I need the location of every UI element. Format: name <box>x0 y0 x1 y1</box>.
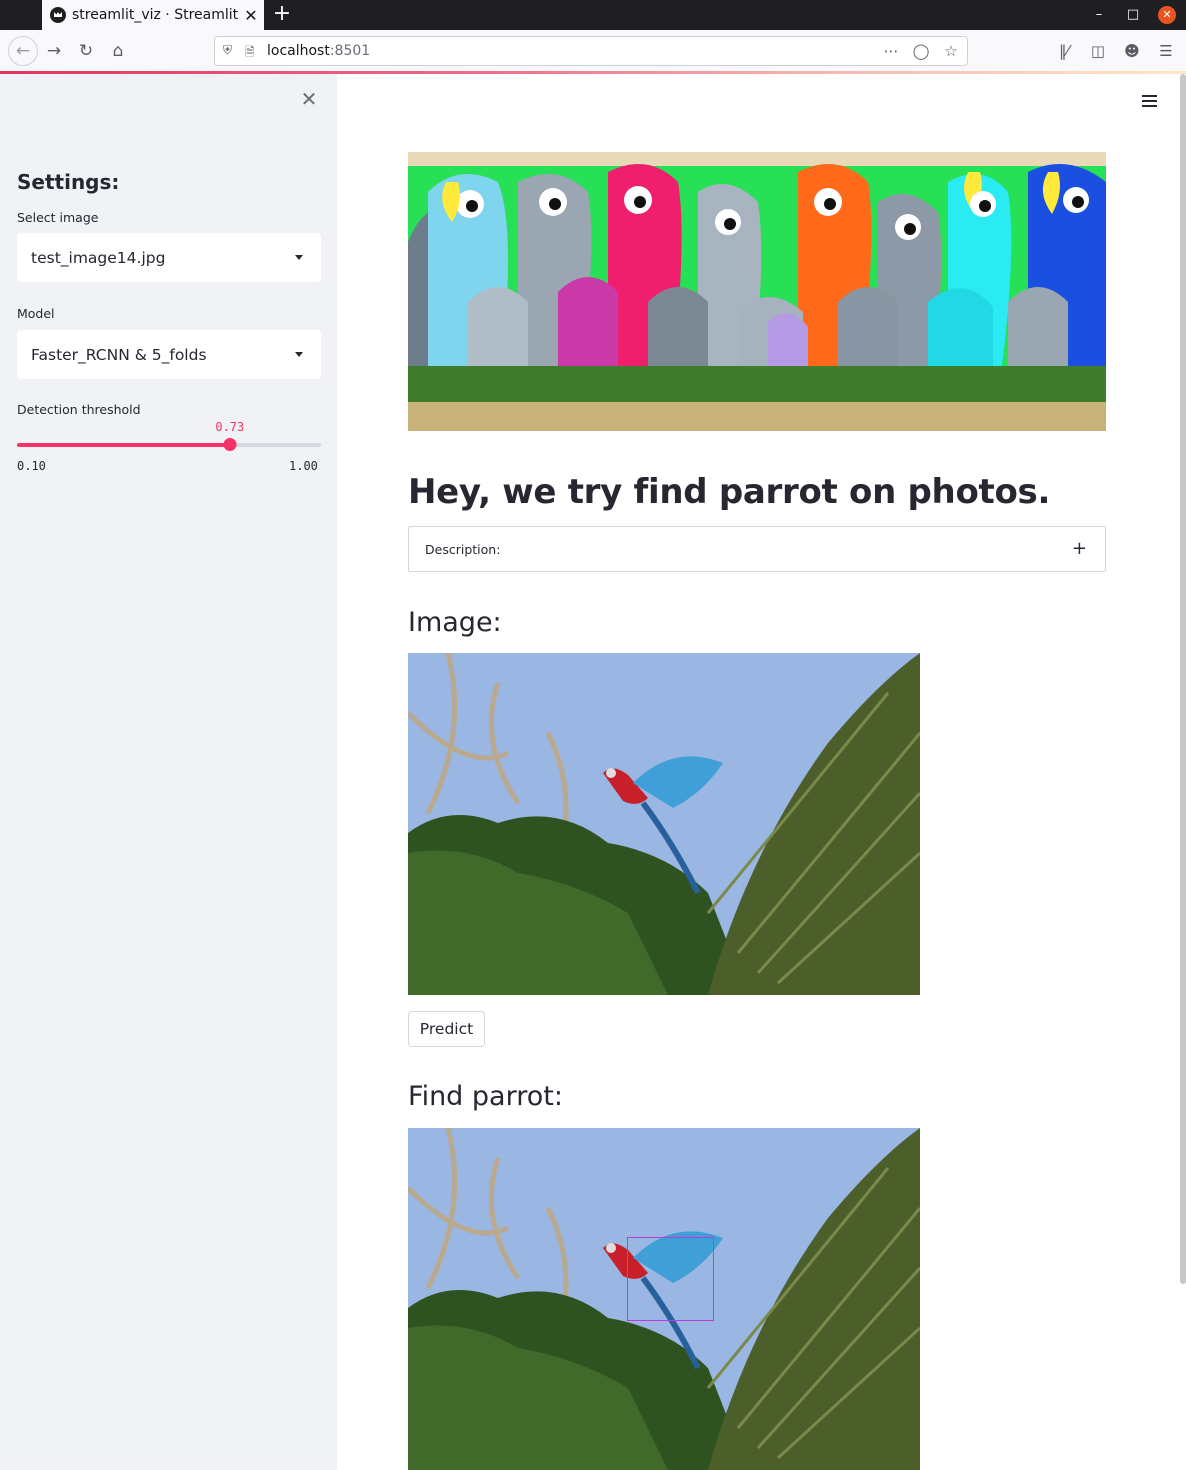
expand-plus-icon[interactable]: + <box>1072 538 1087 559</box>
select-image-dropdown[interactable]: test_image14.jpg <box>17 233 321 282</box>
menu-icon[interactable]: ☰ <box>1154 39 1178 63</box>
window-close-icon[interactable]: ✕ <box>1158 6 1176 24</box>
threshold-min: 0.10 <box>17 459 46 473</box>
slider-thumb[interactable] <box>223 438 237 451</box>
model-dropdown[interactable]: Faster_RCNN & 5_folds <box>17 330 321 379</box>
input-parrot-photo <box>408 653 920 995</box>
home-icon[interactable]: ⌂ <box>106 39 130 63</box>
description-expander[interactable]: Description: + <box>408 526 1106 572</box>
window-controls: – □ ✕ <box>1090 6 1176 24</box>
detection-bounding-box <box>627 1237 714 1321</box>
browser-nav-bar: ← → ↻ ⌂ ⛨ 🗎 localhost:8501 ⋯ ◯ ☆ ‖⁄ ◫ ☻ … <box>0 30 1186 72</box>
sidebar-close-icon[interactable]: ✕ <box>296 86 322 112</box>
predict-button[interactable]: Predict <box>408 1011 485 1047</box>
new-tab-button[interactable]: + <box>270 2 294 28</box>
streamlit-favicon-icon <box>50 7 66 23</box>
url-bar[interactable]: ⛨ 🗎 localhost:8501 ⋯ ◯ ☆ <box>214 36 968 66</box>
url-port: :8501 <box>329 43 371 59</box>
star-icon[interactable]: ☆ <box>941 40 961 62</box>
expander-label: Description: <box>425 541 501 557</box>
threshold-max: 1.00 <box>289 459 318 473</box>
app-menu-icon[interactable] <box>1142 92 1162 110</box>
page-title: Hey, we try find parrot on photos. <box>408 472 1051 512</box>
chevron-down-icon <box>295 255 303 260</box>
browser-toolbar: ‖⁄ ◫ ☻ ☰ <box>1052 39 1178 63</box>
sidebar-icon[interactable]: ◫ <box>1086 39 1110 63</box>
reload-icon[interactable]: ↻ <box>74 39 98 63</box>
pocket-icon[interactable]: ◯ <box>911 40 931 62</box>
browser-tab-bar: streamlit_viz · Streamlit ✕ + – □ ✕ <box>0 0 1186 30</box>
browser-tab[interactable]: streamlit_viz · Streamlit ✕ <box>42 0 264 30</box>
url-host: localhost <box>267 43 330 59</box>
account-icon[interactable]: ☻ <box>1120 39 1144 63</box>
tab-title: streamlit_viz · Streamlit <box>72 7 238 23</box>
scrollbar[interactable] <box>1180 74 1186 1284</box>
maximize-icon[interactable]: □ <box>1124 6 1142 24</box>
sidebar-heading: Settings: <box>17 170 120 194</box>
model-value: Faster_RCNN & 5_folds <box>31 345 207 364</box>
shield-icon[interactable]: ⛨ <box>223 43 237 59</box>
select-image-label: Select image <box>17 210 99 225</box>
minimize-icon[interactable]: – <box>1090 6 1108 24</box>
threshold-value: 0.73 <box>215 420 245 434</box>
threshold-label: Detection threshold <box>17 402 141 417</box>
chevron-down-icon <box>295 352 303 357</box>
select-image-value: test_image14.jpg <box>31 248 166 267</box>
library-icon[interactable]: ‖⁄ <box>1052 39 1076 63</box>
threshold-slider[interactable] <box>17 438 321 451</box>
tab-close-icon[interactable]: ✕ <box>238 6 264 25</box>
slider-fill <box>17 443 230 447</box>
more-icon[interactable]: ⋯ <box>881 40 901 62</box>
forward-icon[interactable]: → <box>42 39 66 63</box>
result-parrot-photo <box>408 1128 920 1470</box>
image-heading: Image: <box>408 607 502 638</box>
parrot-mural-banner <box>408 152 1106 431</box>
page-icon: 🗎 <box>245 45 255 59</box>
result-heading: Find parrot: <box>408 1081 563 1112</box>
back-icon[interactable]: ← <box>8 36 38 66</box>
sidebar: ✕ Settings: Select image test_image14.jp… <box>0 74 337 1470</box>
model-label: Model <box>17 306 55 321</box>
